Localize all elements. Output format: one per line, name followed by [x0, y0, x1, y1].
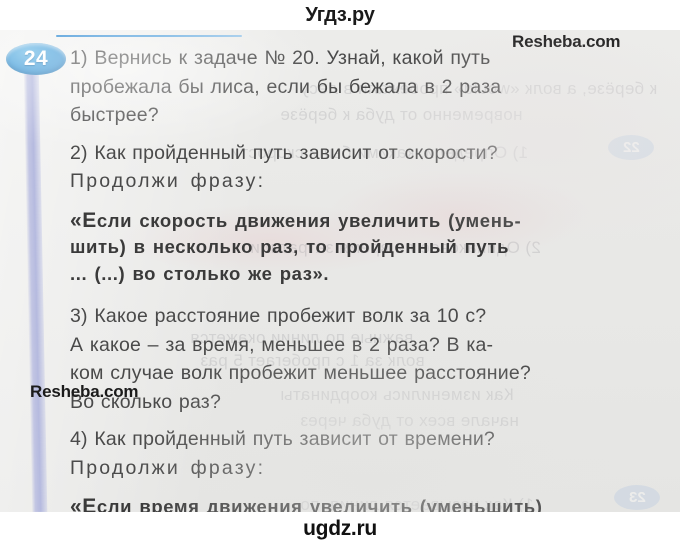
spine-bar-decoration [23, 64, 48, 512]
question-3: 3) Какое расстояние пробежит волк за 10 … [70, 302, 662, 416]
question-2-line-1: 2) Как пройденный путь зависит от скорос… [70, 141, 498, 164]
quote-speed-line-3: ... (...) во столько же раз». [70, 262, 330, 284]
section-divider-rule [56, 35, 242, 37]
quote-time-line-1: сли время движения увеличить (уменьшить) [96, 496, 543, 512]
question-4-line-1: 4) Как пройденный путь зависит от времен… [70, 428, 495, 450]
prompt-continue-phrase-1: Продолжи фразу: [70, 170, 266, 192]
exercise-number-badge: 24 [6, 43, 66, 75]
question-1-line-1: 1) Вернись к задаче № 20. Узнай, какой п… [70, 47, 491, 69]
question-3-line-3: ком случае волк пробежит меньшее расстоя… [70, 362, 531, 384]
quote-speed-capital: «Е [70, 208, 97, 232]
prompt-continue-phrase-2: Продолжи фразу: [70, 456, 266, 479]
resheba-watermark-middle: Resheba.com [30, 382, 139, 401]
question-3-line-1: 3) Какое расстояние пробежит волк за 10 … [70, 305, 487, 327]
question-1: 1) Вернись к задаче № 20. Узнай, какой п… [70, 44, 662, 130]
page-root: Угдз.ру к берёзе, а волк «would» пробежа… [0, 0, 680, 546]
exercise-number: 24 [23, 47, 49, 70]
question-2: 2) Как пройденный путь зависит от скорос… [70, 139, 662, 168]
exercise-text-column: 1) Вернись к задаче № 20. Узнай, какой п… [70, 44, 662, 512]
scanned-page-image: к берёзе, а волк «would» пробежали в лес… [0, 30, 680, 512]
quote-speed-line-1: сли скорость движения увеличить (умень- [96, 209, 522, 231]
question-3-line-2: А какое – за время, меньшее в 2 раза? В … [70, 333, 494, 356]
quote-speed-line-2: шить) в несколько раз, то пройденный пут… [70, 236, 510, 257]
question-4: 4) Как пройденный путь зависит от времен… [70, 425, 662, 454]
quote-time-capital: «Е [70, 495, 97, 512]
resheba-watermark-top: Resheba.com [512, 32, 621, 51]
question-1-line-2: пробежала бы лиса, если бы бежала в 2 ра… [70, 75, 502, 98]
site-watermark-bottom: ugdz.ru [0, 512, 680, 546]
question-1-line-3: быстрее? [70, 104, 159, 126]
quote-time: «Если время движения увеличить (уменьшит… [70, 494, 662, 512]
quote-speed: «Если скорость движения увеличить (умень… [70, 208, 662, 288]
site-watermark-top: Угдз.ру [305, 3, 375, 26]
